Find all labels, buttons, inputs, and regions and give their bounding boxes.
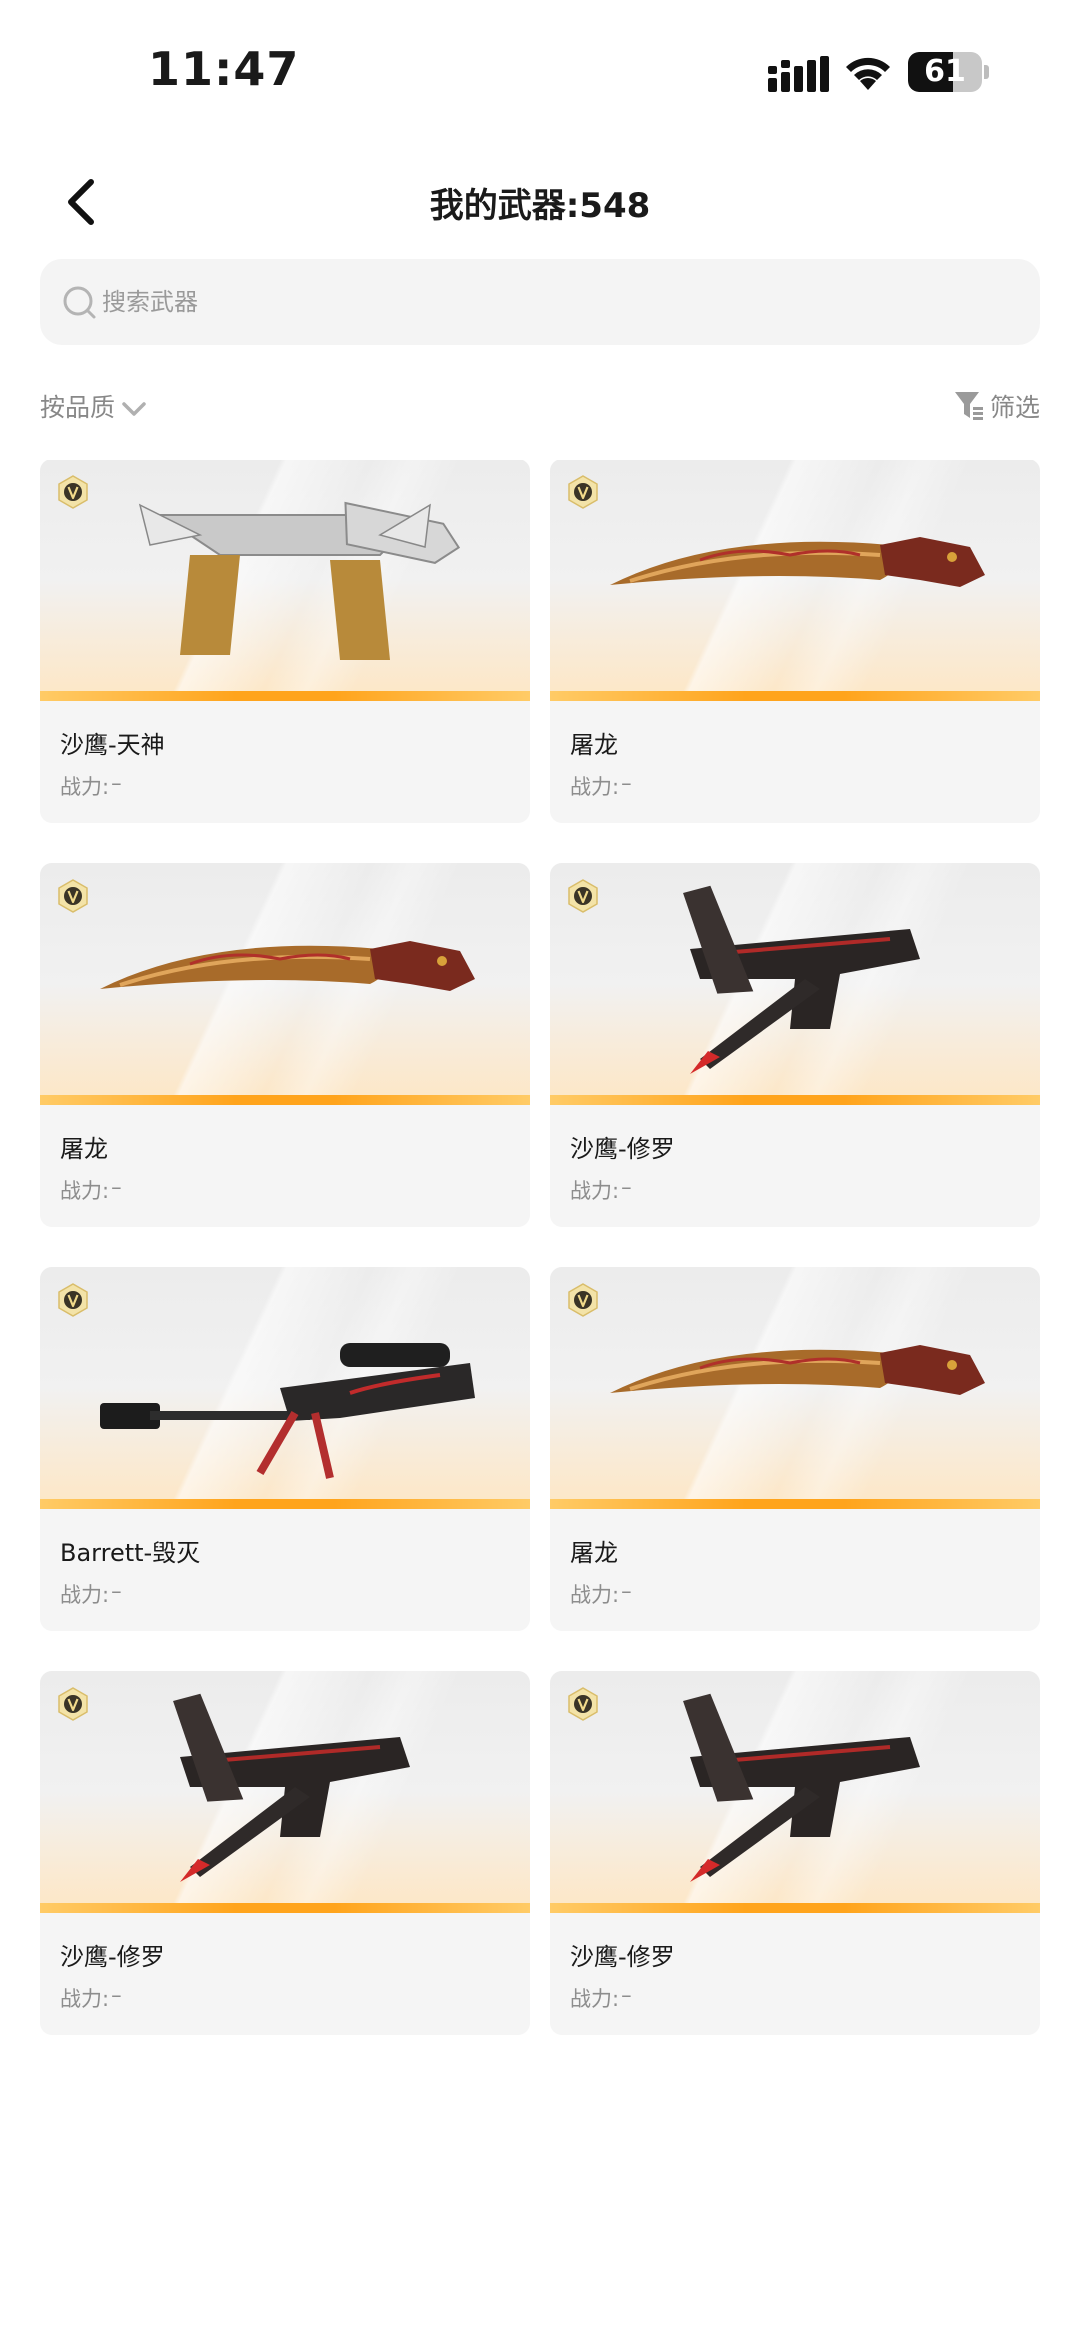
page-title: 我的武器:548 [429, 186, 651, 226]
weapon-name: 屠龙 [60, 1135, 108, 1163]
weapon-card[interactable]: 沙鹰-天神 战力: – [40, 460, 530, 823]
weapon-power: 战力: – [570, 1175, 632, 1205]
weapon-image [40, 863, 530, 1105]
weapon-name: 沙鹰-天神 [60, 731, 165, 759]
power-value: – [111, 771, 122, 795]
search-input[interactable] [102, 288, 1002, 316]
weapon-image [550, 1267, 1040, 1509]
weapon-name: Barrett-毁灭 [60, 1539, 201, 1567]
weapon-art [683, 1693, 920, 1882]
quality-stripe [40, 1095, 530, 1105]
wifi-icon [846, 57, 890, 90]
weapon-card[interactable]: 沙鹰-修罗 战力: – [40, 1671, 530, 2035]
weapon-name: 沙鹰-修罗 [570, 1943, 675, 1971]
weapon-art [683, 885, 920, 1074]
quality-stripe [550, 1499, 1040, 1509]
power-value: – [621, 1983, 632, 2007]
weapon-power: 战力: – [570, 771, 632, 801]
weapon-power: 战力: – [60, 1579, 122, 1609]
quality-stripe [550, 1095, 1040, 1105]
quality-stripe [40, 691, 530, 701]
sort-quality-dropdown[interactable]: 按品质 [40, 386, 149, 426]
power-value: – [111, 1983, 122, 2007]
vip-badge-icon [568, 1283, 598, 1317]
weapon-art [173, 1693, 410, 1882]
vip-badge-icon [58, 475, 88, 509]
weapon-image [550, 1671, 1040, 1913]
weapon-power: 战力: – [60, 1983, 122, 2013]
power-label: 战力: [60, 1987, 110, 2011]
weapon-image [40, 1671, 530, 1913]
weapon-name: 沙鹰-修罗 [60, 1943, 165, 1971]
cellular-signal-icon [768, 56, 829, 92]
weapon-power: 战力: – [570, 1983, 632, 2013]
weapon-image [550, 863, 1040, 1105]
battery-level: 61 [924, 54, 966, 89]
weapon-image [40, 460, 530, 701]
weapon-card[interactable]: Barrett-毁灭 战力: – [40, 1267, 530, 1631]
chevron-left-icon [68, 179, 94, 225]
status-bar: 11:47 61 [0, 0, 1080, 140]
status-time: 11:47 [148, 42, 300, 96]
power-label: 战力: [570, 1987, 620, 2011]
weapon-art [100, 941, 475, 991]
power-value: – [111, 1579, 122, 1603]
power-label: 战力: [60, 775, 110, 799]
chevron-down-icon [122, 402, 146, 416]
power-label: 战力: [570, 1179, 620, 1203]
vip-badge-icon [58, 1687, 88, 1721]
vip-badge-icon [58, 879, 88, 913]
quality-stripe [40, 1903, 530, 1913]
battery-icon: 61 [908, 52, 989, 92]
power-label: 战力: [60, 1583, 110, 1607]
quality-stripe [550, 1903, 1040, 1913]
weapon-art [138, 501, 461, 660]
vip-badge-icon [568, 475, 598, 509]
power-value: – [621, 1175, 632, 1199]
weapon-card[interactable]: 屠龙 战力: – [550, 460, 1040, 823]
power-label: 战力: [60, 1179, 110, 1203]
weapon-card[interactable]: 屠龙 战力: – [550, 1267, 1040, 1631]
weapon-image [550, 460, 1040, 701]
vip-badge-icon [568, 1687, 598, 1721]
weapon-card[interactable]: 沙鹰-修罗 战力: – [550, 1671, 1040, 2035]
weapon-art [610, 1345, 985, 1395]
power-value: – [111, 1175, 122, 1199]
vip-badge-icon [58, 1283, 88, 1317]
quality-stripe [550, 691, 1040, 701]
weapon-grid-viewport[interactable]: RPK-盘龙 战力: – AWM-天龙 战力: – 沙鹰-天神 战力: [0, 460, 1080, 2341]
quality-stripe [40, 1499, 530, 1509]
weapon-grid: RPK-盘龙 战力: – AWM-天龙 战力: – 沙鹰-天神 战力: [40, 460, 1040, 2035]
power-value: – [621, 771, 632, 795]
weapon-name: 屠龙 [570, 731, 618, 759]
search-bar[interactable] [40, 259, 1040, 345]
weapon-card[interactable]: 沙鹰-修罗 战力: – [550, 863, 1040, 1227]
weapon-power: 战力: – [60, 771, 122, 801]
weapon-art [100, 1343, 475, 1479]
search-icon [63, 286, 96, 319]
sort-label: 按品质 [40, 393, 116, 422]
weapon-power: 战力: – [60, 1175, 122, 1205]
back-button[interactable] [48, 170, 112, 234]
filter-icon [954, 392, 983, 420]
filter-label: 筛选 [989, 393, 1040, 422]
vip-badge-icon [568, 879, 598, 913]
power-label: 战力: [570, 775, 620, 799]
filter-button[interactable]: 筛选 [954, 386, 1040, 426]
weapon-name: 沙鹰-修罗 [570, 1135, 675, 1163]
power-value: – [621, 1579, 632, 1603]
weapon-art [610, 537, 985, 587]
power-label: 战力: [570, 1583, 620, 1607]
weapon-name: 屠龙 [570, 1539, 618, 1567]
weapon-power: 战力: – [570, 1579, 632, 1609]
weapon-card[interactable]: 屠龙 战力: – [40, 863, 530, 1227]
weapon-image [40, 1267, 530, 1509]
